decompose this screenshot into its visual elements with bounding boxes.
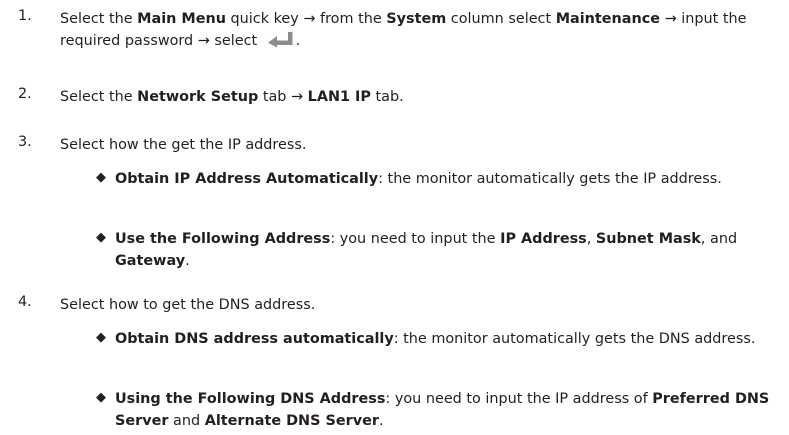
diamond-bullet-icon: ◆ bbox=[96, 170, 106, 185]
diamond-bullet-icon: ◆ bbox=[96, 230, 106, 245]
diamond-bullet-icon: ◆ bbox=[96, 330, 106, 345]
step-number: 4. bbox=[18, 294, 32, 310]
bullet-text: Using the Following DNS Address: you nee… bbox=[115, 391, 770, 429]
step-text: Select how the get the IP address. bbox=[60, 137, 307, 153]
step-text: Select how to get the DNS address. bbox=[60, 297, 316, 313]
bold-term: System bbox=[386, 11, 447, 27]
step-number: 2. bbox=[18, 86, 32, 102]
bold-term: Maintenance bbox=[555, 11, 661, 27]
enter-icon bbox=[266, 31, 296, 55]
bold-term: LAN1 IP bbox=[307, 89, 371, 105]
bold-term: Use the Following Address bbox=[115, 231, 331, 247]
step-number: 3. bbox=[18, 134, 32, 150]
document-page: 1. Select the Main Menu quick key → from… bbox=[0, 0, 789, 435]
bold-term: Obtain DNS address automatically bbox=[115, 331, 394, 347]
step-number: 1. bbox=[18, 8, 32, 24]
bullet-text: Use the Following Address: you need to i… bbox=[115, 231, 738, 269]
bold-term: IP Address bbox=[500, 231, 587, 247]
bold-term: Network Setup bbox=[137, 89, 259, 105]
diamond-bullet-icon: ◆ bbox=[96, 390, 106, 405]
step-text: Select the Main Menu quick key → from th… bbox=[60, 8, 781, 55]
bullet-text: Obtain IP Address Automatically: the mon… bbox=[115, 171, 722, 187]
bold-term: Subnet Mask bbox=[595, 231, 701, 247]
bold-term: Gateway bbox=[115, 253, 186, 269]
bold-term: Alternate DNS Server bbox=[204, 413, 379, 429]
bold-term: Main Menu bbox=[137, 11, 226, 27]
bullet-text: Obtain DNS address automatically: the mo… bbox=[115, 331, 756, 347]
bold-term: Using the Following DNS Address bbox=[115, 391, 386, 407]
step-text: Select the Network Setup tab → LAN1 IP t… bbox=[60, 89, 404, 105]
bold-term: Obtain IP Address Automatically bbox=[115, 171, 379, 187]
